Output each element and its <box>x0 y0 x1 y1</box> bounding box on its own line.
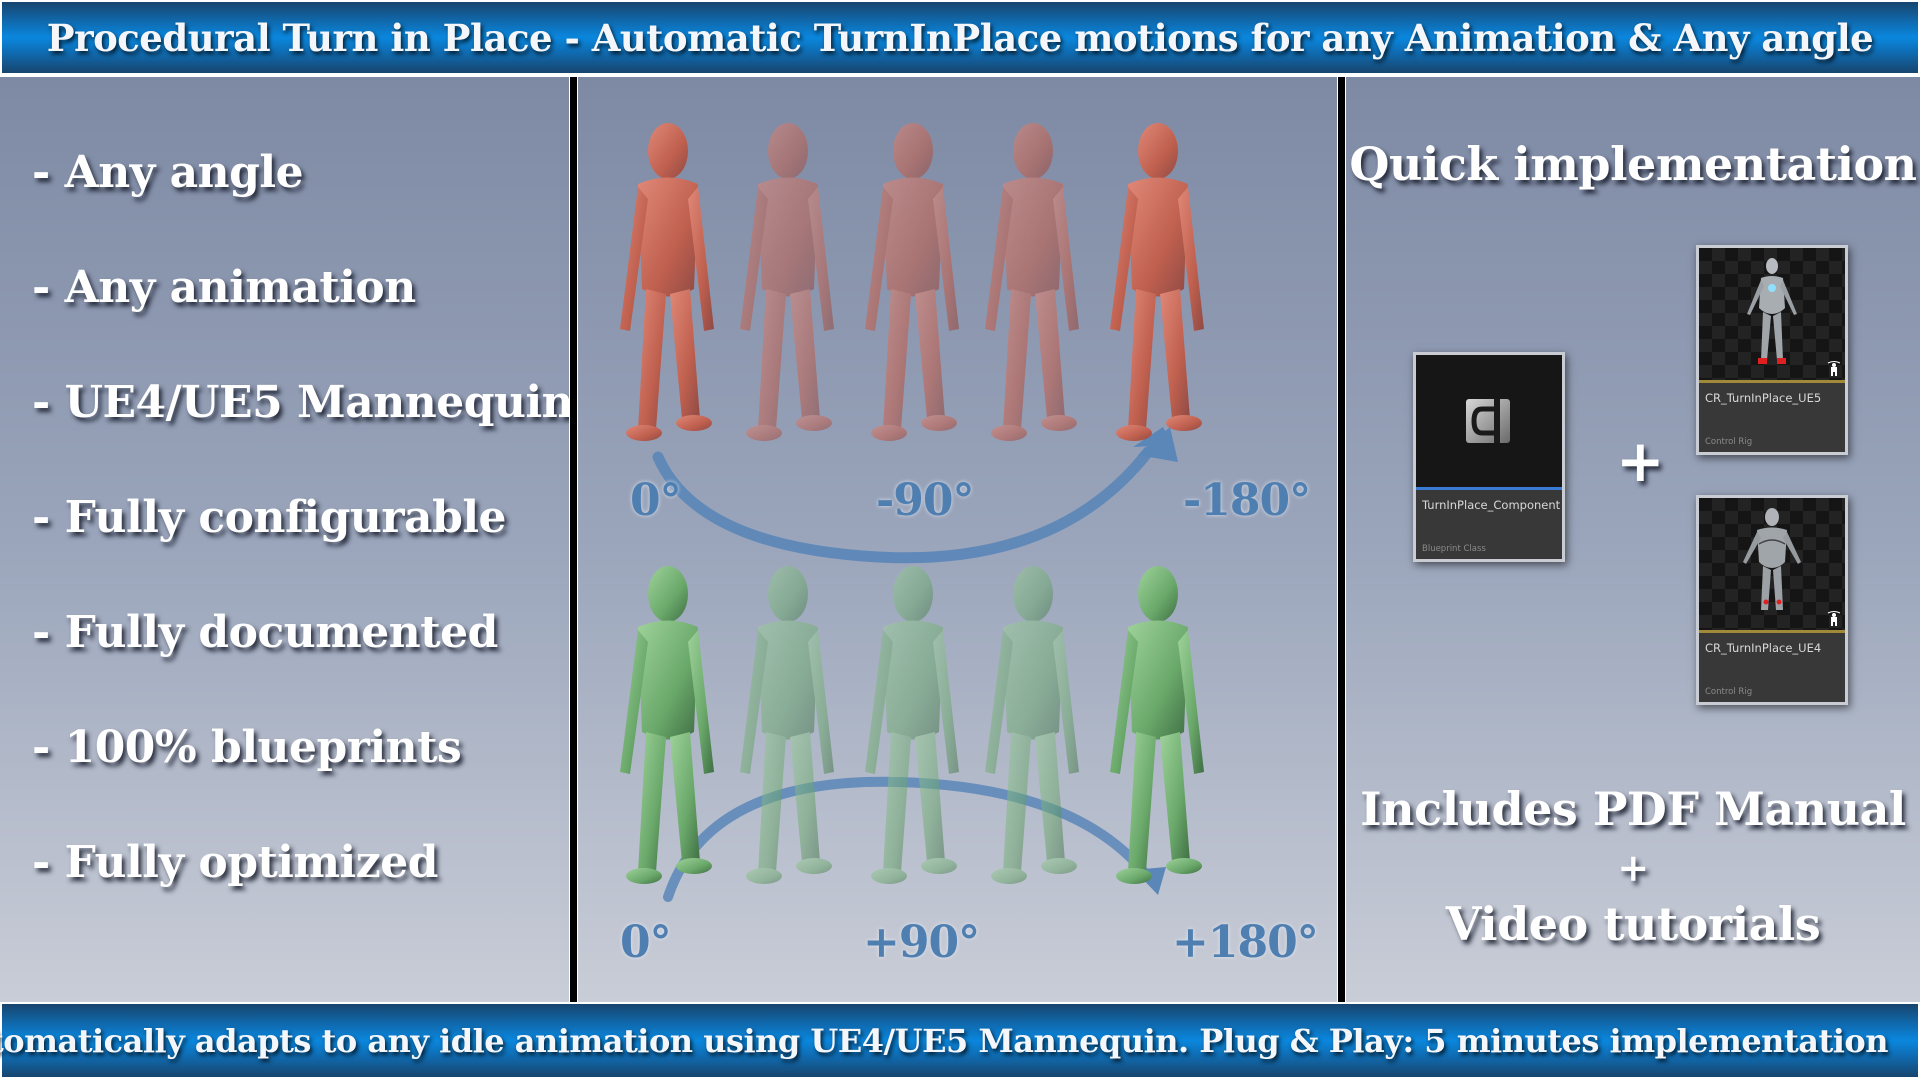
blueprint-component-icon <box>1466 399 1510 443</box>
red-character-figure <box>985 123 1079 441</box>
features-panel: - Any angle - Any animation - UE4/UE5 Ma… <box>0 77 569 1002</box>
quick-implementation-title: Quick implementation <box>1349 137 1917 191</box>
control-rig-icon <box>1827 611 1841 626</box>
feature-item: - Fully optimized <box>32 837 439 888</box>
pdf-manual-text: Includes PDF Manual <box>1360 782 1906 836</box>
turn-arrow-bottom <box>663 776 1153 902</box>
red-character-figure <box>1110 123 1204 441</box>
asset-name: TurnInPlace_Component <box>1422 498 1561 512</box>
angle-label-top-end: -180° <box>1183 475 1311 526</box>
red-character-figure <box>620 123 714 441</box>
asset-type: Blueprint Class <box>1422 544 1486 554</box>
page-title: Procedural Turn in Place - Automatic Tur… <box>46 15 1874 60</box>
feature-item: - Any angle <box>32 147 304 198</box>
asset-card-control-rig-ue5[interactable]: CR_TurnInPlace_UE5 Control Rig <box>1696 245 1848 455</box>
asset-name: CR_TurnInPlace_UE4 <box>1705 641 1822 655</box>
angle-label-bottom-end: +180° <box>1172 917 1319 968</box>
panel-divider <box>1338 77 1345 1002</box>
feature-list: - Any angle - Any animation - UE4/UE5 Ma… <box>32 137 569 942</box>
feature-item: - UE4/UE5 Mannequins <box>32 377 569 428</box>
green-mannequin-figure <box>985 566 1079 884</box>
control-rig-icon <box>1827 361 1841 376</box>
asset-card-component[interactable]: TurnInPlace_Component Blueprint Class <box>1413 352 1565 562</box>
panel-divider <box>570 77 577 1002</box>
red-character-figure <box>740 123 834 441</box>
asset-card-control-rig-ue4[interactable]: CR_TurnInPlace_UE4 Control Rig <box>1696 495 1848 705</box>
feature-item: - 100% blueprints <box>32 722 462 773</box>
asset-name: CR_TurnInPlace_UE5 <box>1705 391 1822 405</box>
footer-banner: Automatically adapts to any idle animati… <box>0 1004 1918 1077</box>
green-mannequin-figure <box>740 566 834 884</box>
angle-label-bottom-mid: +90° <box>863 917 980 968</box>
asset-type: Control Rig <box>1705 687 1753 697</box>
turn-demo-illustration <box>620 123 1204 902</box>
angle-label-top-mid: -90° <box>876 475 974 526</box>
feature-item: - Fully documented <box>32 607 498 658</box>
turn-demo-panel: 0° -90° -180° 0° +90° +180° <box>578 77 1337 1002</box>
header-banner: Procedural Turn in Place - Automatic Tur… <box>2 2 1918 73</box>
plus-icon: + <box>1616 427 1665 495</box>
implementation-panel: Quick implementation TurnInPlace_Compone… <box>1346 77 1920 1002</box>
asset-type: Control Rig <box>1705 437 1753 447</box>
footer-text: Automatically adapts to any idle animati… <box>0 1021 1889 1060</box>
angle-label-bottom-start: 0° <box>620 917 672 968</box>
feature-item: - Fully configurable <box>32 492 507 543</box>
red-character-figure <box>865 123 959 441</box>
ue4-mannequin-thumbnail <box>1743 508 1801 610</box>
extras-plus-text: + <box>1617 845 1649 890</box>
ue5-mannequin-thumbnail <box>1747 258 1797 364</box>
green-mannequin-figure <box>1110 566 1204 884</box>
angle-label-top-start: 0° <box>630 475 682 526</box>
video-tutorials-text: Video tutorials <box>1445 897 1821 951</box>
green-mannequin-figure <box>865 566 959 884</box>
feature-item: - Any animation <box>32 262 416 313</box>
